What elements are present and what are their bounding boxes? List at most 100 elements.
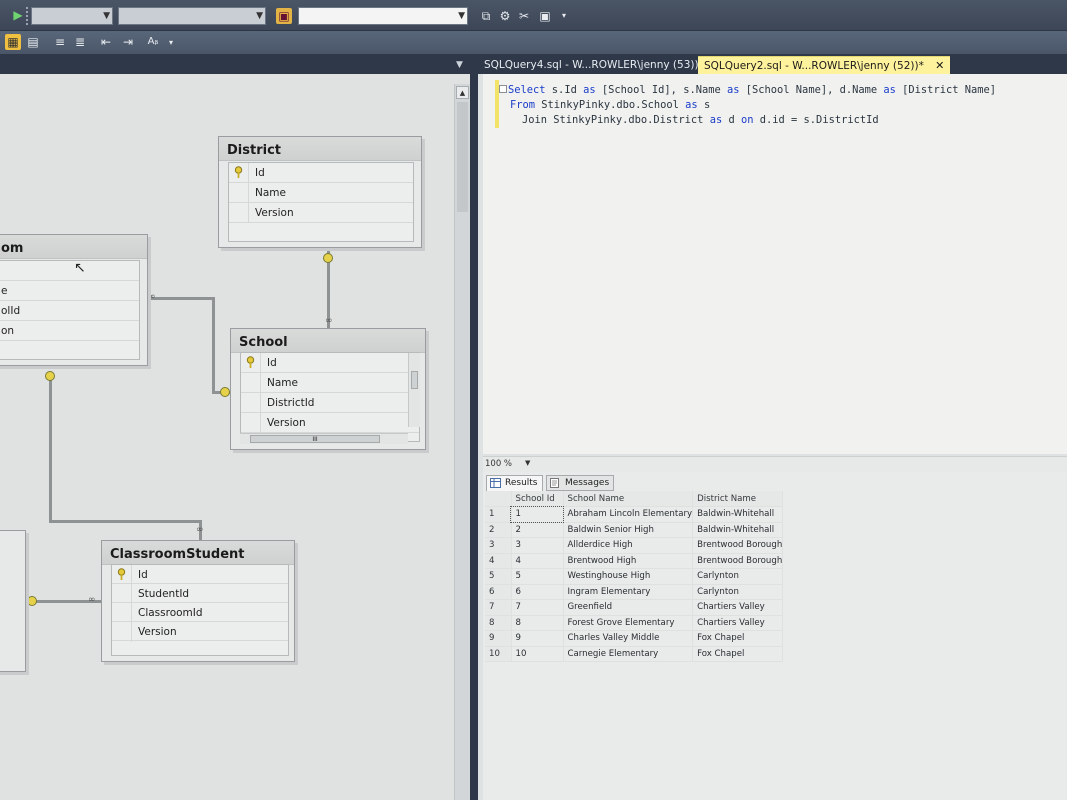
column-header[interactable]: School Name — [563, 491, 694, 507]
zoom-dropdown-icon[interactable]: ▼ — [525, 459, 530, 467]
decrease-indent-icon[interactable]: ⇤ — [98, 34, 114, 50]
table-row[interactable]: 1 1 Abraham Lincoln Elementary Baldwin-Whit… — [485, 505, 784, 523]
column-row[interactable]: Version — [112, 622, 288, 642]
grid-cell[interactable]: 7 — [511, 599, 564, 616]
school-table[interactable]: School Id Name DistrictId Version III — [230, 328, 426, 450]
column-row[interactable]: Id — [229, 163, 413, 183]
column-row[interactable]: Name — [241, 373, 419, 393]
code-line[interactable]: From StinkyPinky.dbo.School as s — [510, 99, 710, 111]
grid-cell[interactable]: Charles Valley Middle — [563, 630, 694, 647]
toolbox-icon[interactable]: ✂ — [516, 8, 532, 24]
solution-explorer-icon[interactable]: ⧉ — [478, 8, 494, 24]
find-combo[interactable]: ▼ — [298, 7, 468, 25]
execute-icon[interactable]: ▶ — [10, 7, 26, 23]
row-number[interactable]: 6 — [485, 584, 512, 600]
table-horizontal-scrollbar[interactable]: III — [240, 433, 408, 444]
tab-overflow-icon[interactable]: ▼ — [456, 60, 463, 70]
sql-editor[interactable] — [483, 74, 1067, 454]
column-header[interactable]: District Name — [692, 491, 784, 507]
solution-config-combo[interactable]: ▼ — [118, 7, 266, 25]
grid-cell[interactable]: Forest Grove Elementary — [563, 615, 694, 631]
column-row[interactable] — [0, 261, 139, 281]
grid-cell[interactable]: Fox Chapel — [692, 646, 784, 662]
grid-cell[interactable]: Brentwood High — [563, 553, 694, 569]
specify-values-icon[interactable]: A͏ᵦ — [145, 34, 161, 50]
grid-cell[interactable]: Chartiers Valley — [692, 615, 784, 631]
table-row[interactable]: 10 10 Carnegie Elementary Fox Chapel — [485, 646, 784, 662]
column-row[interactable]: on — [0, 321, 139, 341]
column-row[interactable]: e — [0, 281, 139, 301]
table-row[interactable]: 7 7 Greenfield Chartiers Valley — [485, 599, 784, 616]
find-in-files-icon[interactable]: ▣ — [276, 8, 292, 24]
table-row[interactable]: 4 4 Brentwood High Brentwood Borough — [485, 553, 784, 569]
table-row[interactable]: 6 6 Ingram Elementary Carlynton — [485, 584, 784, 600]
database-combo[interactable]: ▼ — [31, 7, 113, 25]
tab-sqlquery4[interactable]: SQLQuery4.sql - W...ROWLER\jenny (53))* — [478, 56, 710, 74]
row-number[interactable]: 8 — [485, 615, 512, 631]
toolbar-options-icon[interactable]: ▾ — [556, 8, 572, 24]
grid-cell[interactable]: 1 — [510, 505, 564, 523]
grid-cell[interactable]: Baldwin-Whitehall — [692, 522, 784, 538]
diagram-vertical-scrollbar[interactable]: ▲ — [454, 84, 470, 800]
grid-cell[interactable]: Baldwin Senior High — [563, 522, 694, 538]
results-to-file-icon[interactable]: ▤ — [25, 34, 41, 50]
grid-cell[interactable]: 6 — [511, 584, 564, 600]
grid-cell[interactable]: 3 — [511, 537, 564, 554]
row-number[interactable]: 2 — [485, 522, 512, 538]
zoom-level[interactable]: 100 % — [485, 459, 512, 469]
column-row[interactable]: ClassroomId — [112, 603, 288, 623]
row-number[interactable]: 7 — [485, 599, 512, 616]
scroll-thumb[interactable] — [411, 371, 418, 389]
comment-out-icon[interactable]: ≡ — [52, 34, 68, 50]
tab-sqlquery2[interactable]: SQLQuery2.sql - W...ROWLER\jenny (52))* … — [698, 56, 951, 74]
results-grid[interactable]: School Id School Name District Name 1 1 Ab… — [485, 491, 784, 662]
collapse-icon[interactable] — [499, 85, 507, 93]
increase-indent-icon[interactable]: ⇥ — [120, 34, 136, 50]
grid-cell[interactable]: Carnegie Elementary — [563, 646, 694, 662]
table-row[interactable]: 2 2 Baldwin Senior High Baldwin-Whitehall — [485, 522, 784, 538]
grid-cell[interactable]: 2 — [511, 522, 564, 538]
column-header[interactable]: School Id — [511, 491, 564, 507]
row-number[interactable]: 5 — [485, 568, 512, 585]
grid-cell[interactable]: 9 — [511, 630, 564, 647]
database-diagram-pane[interactable]: ∞ ∞ ∞ ∞ District Id Name Version om e ol… — [0, 74, 470, 800]
column-row[interactable]: Id — [112, 565, 288, 585]
column-row[interactable]: Version — [241, 413, 419, 433]
grid-cell[interactable]: Fox Chapel — [692, 630, 784, 647]
grid-cell[interactable]: Abraham Lincoln Elementary — [563, 506, 694, 523]
classroomstudent-table[interactable]: ClassroomStudent Id StudentId ClassroomI… — [101, 540, 295, 662]
pane-splitter[interactable] — [470, 74, 478, 800]
code-line[interactable]: Select s.Id as [School Id], s.Name as [S… — [508, 84, 996, 96]
classroom-table[interactable]: om e olId on — [0, 234, 148, 366]
grid-cell[interactable]: Allderdice High — [563, 537, 694, 554]
table-vertical-scrollbar[interactable] — [408, 353, 420, 427]
scroll-thumb[interactable] — [457, 102, 468, 212]
row-number[interactable]: 1 — [485, 506, 512, 523]
results-to-grid-icon[interactable]: ▦ — [5, 34, 21, 50]
properties-icon[interactable]: ⚙ — [497, 8, 513, 24]
row-number[interactable]: 10 — [485, 646, 512, 662]
table-row[interactable]: 3 3 Allderdice High Brentwood Borough — [485, 537, 784, 554]
scroll-up-icon[interactable]: ▲ — [456, 86, 469, 99]
tab-results[interactable]: Results — [486, 475, 543, 491]
row-number[interactable]: 9 — [485, 630, 512, 647]
relationship-line[interactable] — [49, 520, 201, 523]
student-table[interactable] — [0, 530, 26, 672]
district-table[interactable]: District Id Name Version — [218, 136, 422, 248]
grid-cell[interactable]: 4 — [511, 553, 564, 569]
grid-cell[interactable]: 5 — [511, 568, 564, 585]
grid-cell[interactable]: 8 — [511, 615, 564, 631]
toolbar-options-icon[interactable]: ▾ — [163, 35, 179, 51]
relationship-line[interactable] — [148, 297, 214, 300]
grid-cell[interactable]: Carlynton — [692, 584, 784, 600]
grid-cell[interactable]: Brentwood Borough — [692, 537, 784, 554]
column-row[interactable]: Id — [241, 353, 419, 373]
grid-cell[interactable]: 10 — [511, 646, 564, 662]
row-number[interactable]: 4 — [485, 553, 512, 569]
table-row[interactable]: 5 5 Westinghouse High Carlynton — [485, 568, 784, 585]
code-line[interactable]: Join StinkyPinky.dbo.District as d on d.… — [522, 114, 879, 126]
grid-cell[interactable]: Brentwood Borough — [692, 553, 784, 569]
relationship-line[interactable] — [212, 297, 215, 393]
window-layout-icon[interactable]: ▣ — [537, 8, 553, 24]
scroll-thumb[interactable]: III — [250, 435, 380, 443]
